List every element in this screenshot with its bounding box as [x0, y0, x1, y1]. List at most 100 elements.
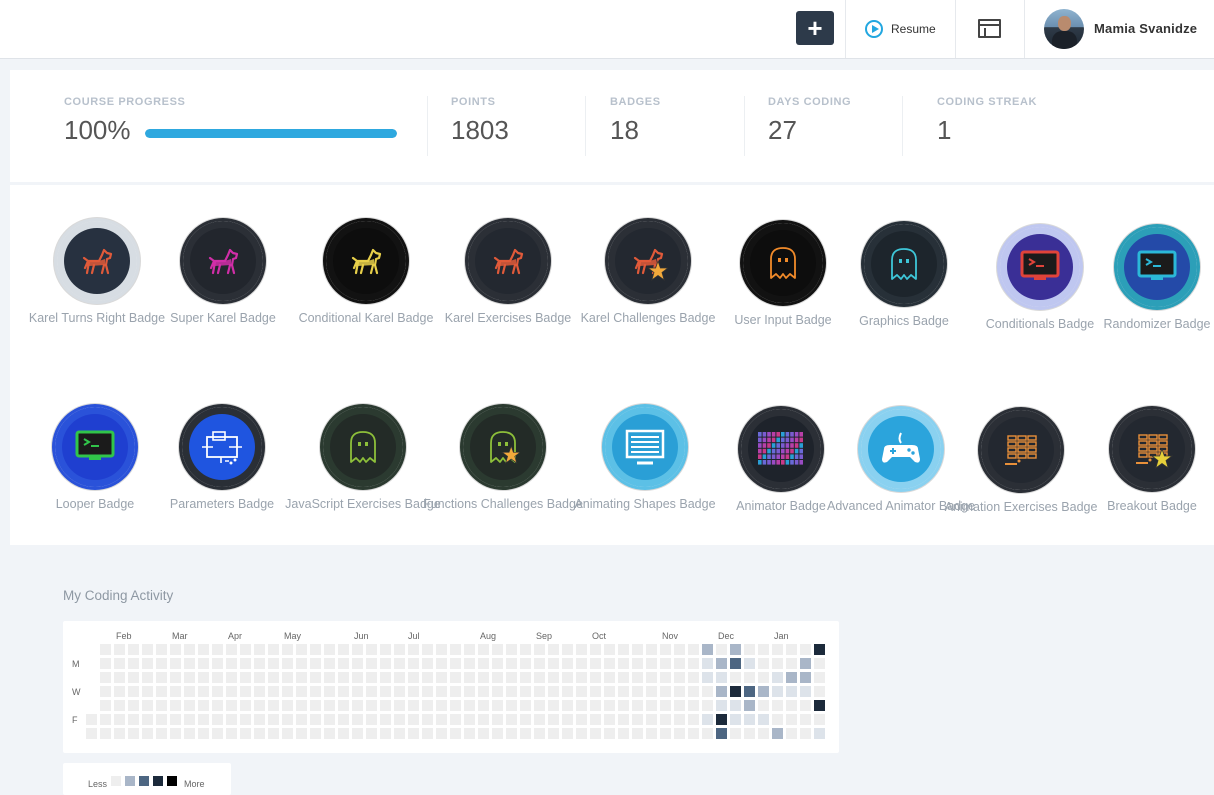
activity-day-cell[interactable]	[170, 686, 181, 697]
activity-day-cell[interactable]	[338, 644, 349, 655]
activity-day-cell[interactable]	[506, 658, 517, 669]
activity-day-cell[interactable]	[576, 672, 587, 683]
activity-day-cell[interactable]	[520, 686, 531, 697]
activity-day-cell[interactable]	[492, 658, 503, 669]
activity-day-cell[interactable]	[366, 644, 377, 655]
activity-day-cell[interactable]	[492, 728, 503, 739]
activity-day-cell[interactable]	[240, 644, 251, 655]
activity-day-cell[interactable]	[338, 672, 349, 683]
activity-day-cell[interactable]	[394, 714, 405, 725]
activity-day-cell[interactable]	[226, 686, 237, 697]
activity-day-cell[interactable]	[450, 700, 461, 711]
activity-day-cell[interactable]	[688, 658, 699, 669]
activity-day-cell[interactable]	[744, 714, 755, 725]
activity-day-cell[interactable]	[590, 658, 601, 669]
activity-day-cell[interactable]	[534, 700, 545, 711]
activity-day-cell[interactable]	[646, 658, 657, 669]
activity-day-cell[interactable]	[86, 714, 97, 725]
activity-day-cell[interactable]	[814, 728, 825, 739]
activity-day-cell[interactable]	[240, 658, 251, 669]
activity-day-cell[interactable]	[562, 686, 573, 697]
activity-day-cell[interactable]	[380, 658, 391, 669]
badge-breakout-badge[interactable]: Breakout Badge	[1072, 409, 1214, 515]
activity-day-cell[interactable]	[632, 686, 643, 697]
activity-day-cell[interactable]	[758, 700, 769, 711]
activity-day-cell[interactable]	[520, 672, 531, 683]
activity-day-cell[interactable]	[716, 658, 727, 669]
activity-day-cell[interactable]	[366, 686, 377, 697]
activity-day-cell[interactable]	[450, 644, 461, 655]
activity-day-cell[interactable]	[800, 658, 811, 669]
activity-day-cell[interactable]	[772, 700, 783, 711]
activity-day-cell[interactable]	[352, 686, 363, 697]
activity-day-cell[interactable]	[772, 714, 783, 725]
activity-day-cell[interactable]	[128, 686, 139, 697]
activity-day-cell[interactable]	[604, 728, 615, 739]
activity-day-cell[interactable]	[814, 686, 825, 697]
activity-day-cell[interactable]	[282, 672, 293, 683]
activity-day-cell[interactable]	[772, 728, 783, 739]
activity-day-cell[interactable]	[282, 644, 293, 655]
activity-day-cell[interactable]	[170, 672, 181, 683]
activity-day-cell[interactable]	[604, 644, 615, 655]
activity-day-cell[interactable]	[464, 644, 475, 655]
activity-day-cell[interactable]	[310, 658, 321, 669]
badge-karel-exercises-badge[interactable]: Karel Exercises Badge	[428, 221, 588, 327]
activity-day-cell[interactable]	[506, 686, 517, 697]
activity-day-cell[interactable]	[786, 672, 797, 683]
activity-day-cell[interactable]	[632, 644, 643, 655]
activity-day-cell[interactable]	[450, 686, 461, 697]
activity-day-cell[interactable]	[716, 672, 727, 683]
activity-day-cell[interactable]	[142, 728, 153, 739]
activity-day-cell[interactable]	[296, 672, 307, 683]
activity-day-cell[interactable]	[464, 728, 475, 739]
activity-day-cell[interactable]	[254, 686, 265, 697]
activity-day-cell[interactable]	[198, 644, 209, 655]
activity-day-cell[interactable]	[128, 672, 139, 683]
activity-day-cell[interactable]	[366, 658, 377, 669]
activity-day-cell[interactable]	[618, 686, 629, 697]
badge-functions-challenges-badge[interactable]: Functions Challenges Badge	[423, 407, 583, 513]
activity-day-cell[interactable]	[198, 686, 209, 697]
badge-javascript-exercises-badge[interactable]: JavaScript Exercises Badge	[283, 407, 443, 513]
activity-day-cell[interactable]	[408, 658, 419, 669]
activity-day-cell[interactable]	[142, 700, 153, 711]
activity-day-cell[interactable]	[394, 700, 405, 711]
activity-day-cell[interactable]	[590, 700, 601, 711]
activity-day-cell[interactable]	[422, 672, 433, 683]
activity-day-cell[interactable]	[702, 644, 713, 655]
activity-day-cell[interactable]	[394, 658, 405, 669]
activity-day-cell[interactable]	[394, 672, 405, 683]
activity-day-cell[interactable]	[184, 672, 195, 683]
activity-day-cell[interactable]	[632, 672, 643, 683]
activity-day-cell[interactable]	[548, 714, 559, 725]
activity-day-cell[interactable]	[100, 686, 111, 697]
activity-day-cell[interactable]	[674, 644, 685, 655]
activity-day-cell[interactable]	[100, 644, 111, 655]
activity-day-cell[interactable]	[240, 714, 251, 725]
activity-day-cell[interactable]	[534, 686, 545, 697]
activity-day-cell[interactable]	[674, 714, 685, 725]
activity-day-cell[interactable]	[450, 714, 461, 725]
activity-day-cell[interactable]	[114, 686, 125, 697]
activity-day-cell[interactable]	[548, 686, 559, 697]
activity-day-cell[interactable]	[324, 700, 335, 711]
activity-day-cell[interactable]	[814, 658, 825, 669]
avatar[interactable]	[1044, 9, 1084, 49]
activity-day-cell[interactable]	[772, 686, 783, 697]
activity-day-cell[interactable]	[212, 700, 223, 711]
activity-day-cell[interactable]	[268, 644, 279, 655]
activity-day-cell[interactable]	[394, 686, 405, 697]
activity-day-cell[interactable]	[772, 658, 783, 669]
activity-day-cell[interactable]	[436, 672, 447, 683]
activity-day-cell[interactable]	[212, 686, 223, 697]
activity-day-cell[interactable]	[646, 714, 657, 725]
activity-day-cell[interactable]	[674, 728, 685, 739]
user-name[interactable]: Mamia Svanidze	[1094, 21, 1197, 36]
activity-day-cell[interactable]	[324, 728, 335, 739]
activity-day-cell[interactable]	[604, 658, 615, 669]
activity-day-cell[interactable]	[240, 672, 251, 683]
activity-day-cell[interactable]	[310, 700, 321, 711]
activity-day-cell[interactable]	[394, 644, 405, 655]
activity-day-cell[interactable]	[520, 658, 531, 669]
